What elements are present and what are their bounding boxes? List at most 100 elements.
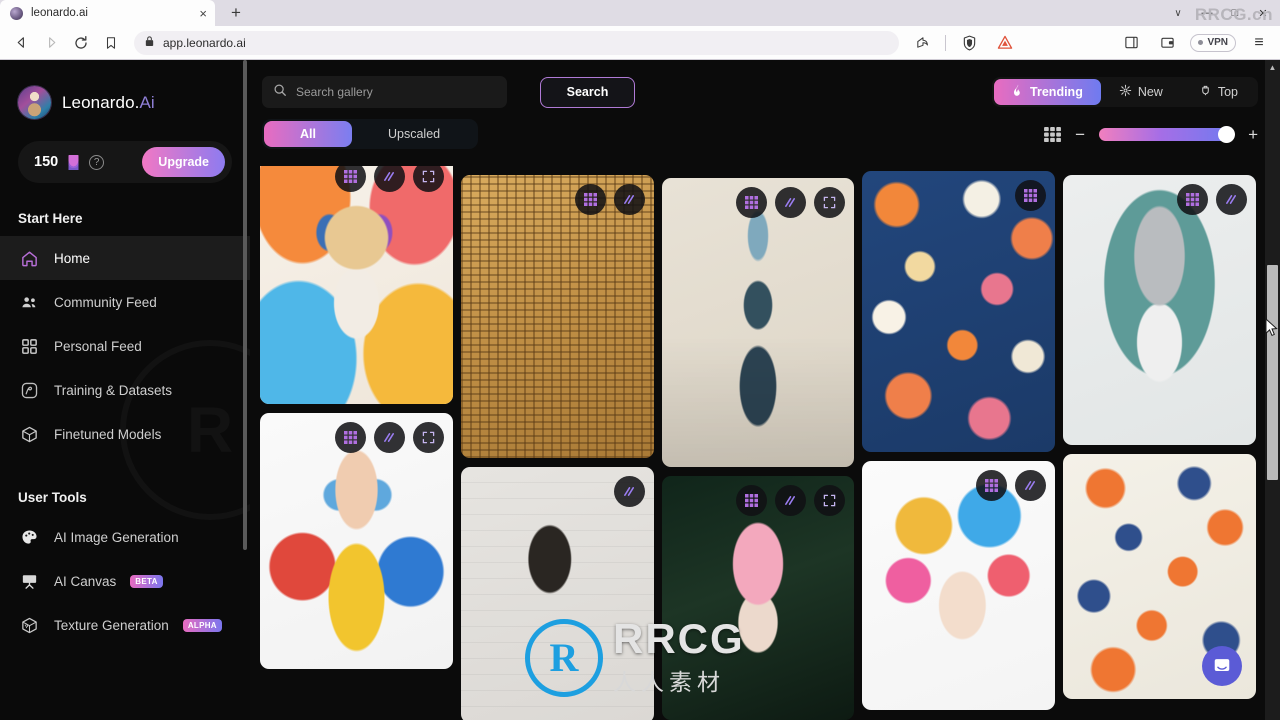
minimize-button[interactable]: — [1194, 2, 1220, 24]
address-bar-text: app.leonardo.ai [163, 35, 246, 50]
zoom-slider-knob[interactable] [1218, 125, 1236, 143]
grid-layout-icon[interactable] [1044, 126, 1062, 142]
remix-grid-icon[interactable] [736, 485, 768, 516]
remix-grid-icon[interactable] [976, 470, 1008, 501]
zoom-slider[interactable] [1099, 125, 1236, 143]
filter-all[interactable]: All [264, 121, 352, 147]
variations-lines-icon[interactable] [1015, 470, 1047, 501]
remix-grid-icon[interactable] [1015, 180, 1047, 211]
back-icon[interactable] [8, 30, 34, 56]
home-icon [18, 247, 40, 269]
sidebar-section-start-here: Start Here [18, 211, 83, 226]
sidebar-item-texture-generation[interactable]: Texture Generation ALPHA [0, 603, 250, 647]
variations-lines-icon[interactable] [373, 422, 405, 453]
artwork-image [661, 178, 855, 467]
sidebar-item-label: AI Canvas [54, 573, 117, 589]
search-button[interactable]: Search [540, 76, 635, 108]
koala-bicycle-artwork[interactable] [1063, 175, 1256, 445]
sidebar-scrollbar[interactable] [243, 60, 247, 550]
intercom-chat-icon[interactable] [1202, 646, 1242, 686]
zoom-out-button[interactable]: − [1075, 126, 1085, 143]
browser-tab-title: leonardo.ai [31, 7, 88, 19]
hieroglyphics-artwork[interactable] [460, 175, 654, 458]
browser-tab[interactable]: leonardo.ai × [0, 0, 215, 26]
upgrade-button[interactable]: Upgrade [142, 147, 225, 177]
sidebar-item-label: Training & Datasets [54, 382, 173, 398]
scrollbar-thumb[interactable] [1267, 265, 1278, 480]
sidebar-item-personal-feed[interactable]: Personal Feed [0, 324, 250, 368]
address-bar[interactable]: app.leonardo.ai [134, 30, 900, 55]
colorful-hair-girl-artwork[interactable] [862, 461, 1056, 710]
leonardo-favicon-icon [10, 6, 23, 20]
chevron-down-icon[interactable]: ∨ [1164, 8, 1192, 19]
zoom-in-button[interactable]: + [1248, 126, 1258, 143]
brand-logo-row[interactable]: Leonardo.Ai [0, 86, 250, 119]
artwork-image [260, 166, 453, 404]
remix-grid-icon[interactable] [1176, 184, 1208, 215]
window-close-button[interactable]: ✕ [1250, 2, 1276, 24]
sidebar-item-training-datasets[interactable]: Training & Datasets [0, 368, 250, 412]
vpn-status-dot [1198, 40, 1204, 45]
mouse-cursor-icon [1265, 317, 1278, 342]
easel-icon [18, 570, 40, 592]
brave-wallet-icon[interactable] [1154, 30, 1180, 56]
lock-icon [144, 35, 155, 50]
expand-arrows-icon[interactable] [412, 422, 444, 453]
credit-amount: 150 [34, 154, 59, 170]
tab-new[interactable]: New [1101, 79, 1181, 105]
variations-lines-icon[interactable] [1215, 184, 1247, 215]
expand-arrows-icon[interactable] [412, 166, 444, 192]
tab-top[interactable]: Top [1181, 79, 1256, 105]
card-action-group [334, 166, 444, 192]
expand-arrows-icon[interactable] [814, 187, 846, 218]
variations-lines-icon[interactable] [373, 166, 405, 192]
help-circle-icon[interactable]: ? [89, 154, 105, 170]
variations-lines-icon[interactable] [613, 476, 645, 507]
toolbar-right-icons: VPN ≡ [909, 30, 1272, 56]
artwork-image [460, 175, 654, 458]
filter-upscaled[interactable]: Upscaled [352, 121, 476, 147]
brand-name: Leonardo.Ai [62, 92, 155, 112]
sidebar-item-community-feed[interactable]: Community Feed [0, 280, 250, 324]
main-scrollbar[interactable]: ▲ [1265, 60, 1280, 720]
artwork-image [862, 171, 1056, 452]
remix-grid-icon[interactable] [574, 184, 606, 215]
reload-icon[interactable] [68, 30, 94, 56]
sidebar-section-user-tools: User Tools [18, 490, 87, 505]
bookmark-icon[interactable] [98, 30, 124, 56]
browser-menu-icon[interactable]: ≡ [1246, 30, 1272, 56]
sidebar-item-finetuned-models[interactable]: Finetuned Models [0, 412, 250, 456]
share-icon[interactable] [909, 30, 935, 56]
search-field-wrapper[interactable] [262, 76, 507, 108]
search-input[interactable] [296, 85, 496, 99]
sidebar-panel-icon[interactable] [1118, 30, 1144, 56]
blue-hair-warrior-artwork[interactable] [661, 178, 855, 467]
pink-hair-woman-artwork[interactable] [661, 476, 855, 720]
brave-leo-icon[interactable] [992, 30, 1018, 56]
sidebar-item-home[interactable]: Home [0, 236, 250, 280]
tab-trending[interactable]: Trending [994, 79, 1101, 105]
new-tab-button[interactable]: + [223, 0, 249, 26]
variations-lines-icon[interactable] [775, 187, 807, 218]
character-sheet-artwork[interactable] [460, 467, 654, 720]
expand-arrows-icon[interactable] [814, 485, 846, 516]
sidebar-item-ai-image-generation[interactable]: AI Image Generation [0, 515, 250, 559]
remix-grid-icon[interactable] [334, 422, 366, 453]
brave-shields-icon[interactable] [956, 30, 982, 56]
remix-grid-icon[interactable] [334, 166, 366, 192]
remix-grid-icon[interactable] [736, 187, 768, 218]
maximize-button[interactable]: □ [1222, 2, 1248, 24]
sidebar-item-label: Home [54, 250, 91, 266]
close-icon[interactable]: × [199, 7, 207, 20]
sidebar-item-ai-canvas[interactable]: AI Canvas BETA [0, 559, 250, 603]
lion-sunglasses-artwork[interactable] [260, 166, 453, 404]
scroll-up-arrow[interactable]: ▲ [1265, 60, 1280, 75]
variations-lines-icon[interactable] [775, 485, 807, 516]
variations-lines-icon[interactable] [613, 184, 645, 215]
girl-blue-glasses-artwork[interactable] [260, 413, 453, 669]
blue-floral-pattern-artwork[interactable] [862, 171, 1056, 452]
credits-bar: 150 ? Upgrade [18, 141, 232, 183]
vpn-button[interactable]: VPN [1190, 33, 1236, 52]
sort-tab-group: Trending New Top [992, 77, 1258, 107]
tab-label: Trending [1030, 85, 1083, 99]
